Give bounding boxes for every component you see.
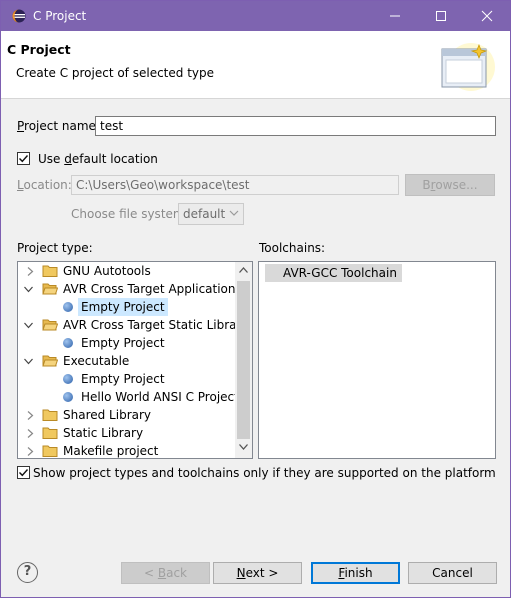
tree-folder-row[interactable]: AVR Cross Target Static Library [18,316,249,334]
tree-row-label: Empty Project [81,372,165,386]
banner-subtitle: Create C project of selected type [16,66,214,80]
chevron-down-icon[interactable] [24,357,33,366]
chevron-right-icon[interactable] [26,429,35,438]
tree-folder-row[interactable]: Shared Library [18,406,233,424]
window-title: C Project [33,9,87,23]
minimize-button[interactable] [372,1,418,31]
tree-item-row[interactable]: Hello World ANSI C Project [18,388,239,406]
show-supported-label: Show project types and toolchains only i… [33,466,496,480]
tree-row-label: AVR Cross Target Static Library [63,318,249,332]
back-button[interactable]: < Back [121,562,210,584]
project-name-field[interactable]: test [95,116,496,136]
tree-scrollbar[interactable] [235,262,252,458]
location-label: Location: [17,178,72,192]
wizard-banner: C Project Create C project of selected t… [1,31,510,99]
tree-item-row[interactable]: Empty Project [18,334,233,352]
scroll-thumb[interactable] [237,281,250,439]
new-project-wizard-icon [441,43,495,91]
project-template-icon [63,374,73,384]
show-supported-checkbox[interactable] [17,466,30,479]
project-template-icon [63,392,73,402]
folder-icon [42,445,58,457]
help-icon[interactable]: ? [17,562,38,583]
tree-folder-row[interactable]: Executable [18,352,233,370]
folder-icon [42,355,58,367]
next-button[interactable]: Next > [213,562,302,584]
project-type-tree[interactable]: GNU Autotools AVR Cross Target Applicatio… [17,261,253,459]
checkmark-icon [19,155,29,163]
browse-button[interactable]: Browse... [405,174,495,196]
scroll-down-icon[interactable] [239,444,248,450]
chevron-down-icon [229,210,239,216]
use-default-location-checkbox[interactable] [17,152,30,165]
maximize-icon [436,11,446,21]
title-bar[interactable]: C Project [1,1,510,31]
tree-item-row[interactable]: Empty Project [18,370,233,388]
cancel-button[interactable]: Cancel [408,562,497,584]
tree-folder-row[interactable]: Static Library [18,424,233,442]
location-field[interactable]: C:\Users\Geo\workspace\test [71,175,399,195]
chevron-right-icon[interactable] [26,447,35,456]
tree-row-label: GNU Autotools [63,264,151,278]
chevron-down-icon[interactable] [24,285,33,294]
tree-row-label: Makefile project [63,444,159,458]
folder-icon [42,283,58,295]
toolchains-list[interactable]: AVR-GCC Toolchain [258,261,496,459]
file-system-value: default [183,207,226,221]
tree-row-label: AVR Cross Target Application [63,282,236,296]
tree-folder-row[interactable]: Makefile project [18,442,233,458]
project-type-label: Project type: [17,241,93,255]
folder-icon [42,427,58,439]
tree-row-label: Empty Project [78,298,168,316]
close-button[interactable] [464,1,510,31]
folder-icon [42,265,58,277]
tree-folder-row[interactable]: AVR Cross Target Application [18,280,236,298]
chevron-down-icon[interactable] [24,321,33,330]
project-name-label: Project name: [17,119,100,133]
close-icon [481,10,493,22]
checkmark-icon [19,469,29,477]
project-template-icon [63,338,73,348]
use-default-location-label: Use default location [38,152,158,166]
folder-icon [42,319,58,331]
dialog-window: C Project C Project Create C project of … [0,0,511,598]
eclipse-icon [12,9,26,23]
tree-folder-row[interactable]: GNU Autotools [18,262,233,280]
tree-item-row[interactable]: Empty Project [18,298,233,316]
finish-button[interactable]: Finish [311,562,400,584]
tree-row-label: Executable [63,354,130,368]
chevron-right-icon[interactable] [26,267,35,276]
maximize-button[interactable] [418,1,464,31]
scroll-up-icon[interactable] [239,267,248,273]
minimize-icon [390,15,400,17]
tree-row-label: Shared Library [63,408,152,422]
toolchains-label: Toolchains: [259,241,326,255]
file-system-label: Choose file system: [71,207,189,221]
file-system-select[interactable]: default [178,203,244,225]
tree-row-label: Hello World ANSI C Project [81,390,239,404]
toolchain-item[interactable]: AVR-GCC Toolchain [265,264,402,282]
banner-title: C Project [7,42,71,57]
folder-icon [42,409,58,421]
tree-row-label: Empty Project [81,336,165,350]
chevron-right-icon[interactable] [26,411,35,420]
tree-row-label: Static Library [63,426,144,440]
project-template-icon [63,302,73,312]
